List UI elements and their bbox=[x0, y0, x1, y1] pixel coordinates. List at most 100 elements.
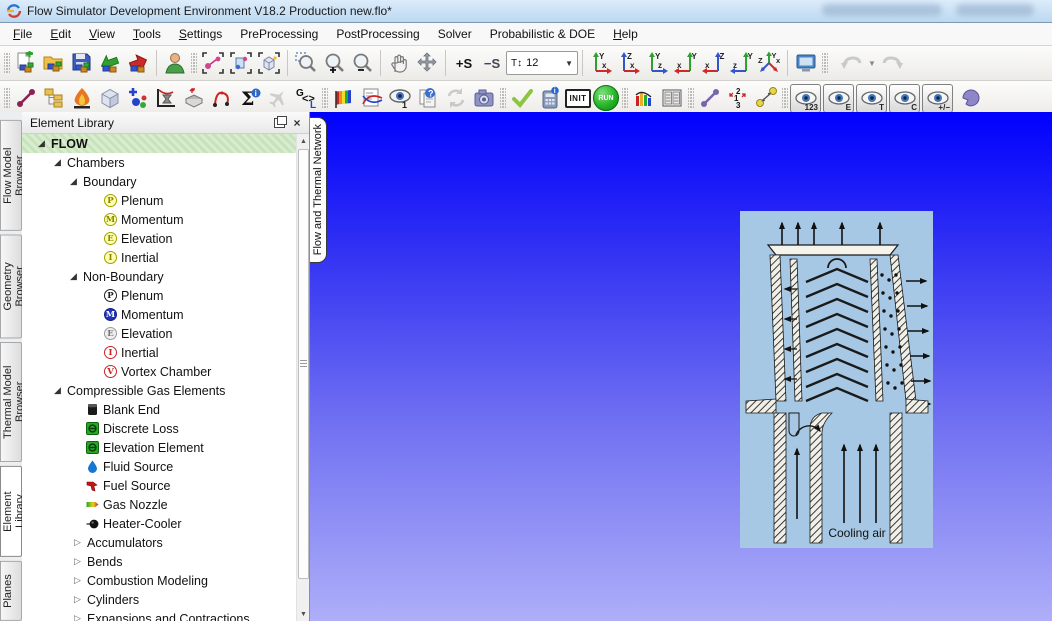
tree-scrollbar[interactable]: ▲ ▼ bbox=[296, 134, 309, 621]
toolbar-drag-handle[interactable] bbox=[688, 87, 694, 109]
scroll-down-arrow[interactable]: ▼ bbox=[297, 607, 309, 621]
tab-geometry-browser[interactable]: Geometry Browser bbox=[0, 235, 22, 339]
tree-item-heater-cooler[interactable]: Heater-Cooler bbox=[22, 514, 309, 533]
case-manager-button[interactable] bbox=[180, 84, 208, 112]
menu-file[interactable]: File bbox=[4, 24, 41, 44]
tree-item-plenum-boundary[interactable]: PPlenum bbox=[22, 191, 309, 210]
refresh-button[interactable] bbox=[442, 84, 470, 112]
tree-item-combustion-modeling[interactable]: ▷Combustion Modeling bbox=[22, 571, 309, 590]
tree-item-accumulators[interactable]: ▷Accumulators bbox=[22, 533, 309, 552]
tree-item-inertial[interactable]: IInertial bbox=[22, 343, 309, 362]
toggle-ids-visibility-button[interactable]: 123 bbox=[790, 84, 821, 113]
transient-chart-button[interactable] bbox=[152, 84, 180, 112]
init-button[interactable]: INIT bbox=[564, 84, 592, 112]
pan-button[interactable] bbox=[385, 49, 413, 77]
run-button[interactable]: RUN bbox=[592, 84, 620, 112]
menu-solver[interactable]: Solver bbox=[429, 24, 481, 44]
toolbar-drag-handle[interactable] bbox=[622, 87, 628, 109]
toolbar-drag-handle[interactable] bbox=[191, 52, 197, 74]
view-zx-button[interactable]: Zx bbox=[615, 49, 643, 77]
tree-item-momentum[interactable]: MMomentum bbox=[22, 305, 309, 324]
menu-help[interactable]: Help bbox=[604, 24, 647, 44]
scrollbar-thumb[interactable] bbox=[298, 149, 309, 579]
tree-item-vortex-chamber[interactable]: VVortex Chamber bbox=[22, 362, 309, 381]
fit-selected-button[interactable] bbox=[227, 49, 255, 77]
tree-item-compressible-gas-elements[interactable]: ◢Compressible Gas Elements bbox=[22, 381, 309, 400]
font-decrease-button[interactable]: −S bbox=[478, 49, 506, 77]
tree-item-cylinders[interactable]: ▷Cylinders bbox=[22, 590, 309, 609]
add-chamber-button[interactable] bbox=[124, 84, 152, 112]
toolbar-drag-handle[interactable] bbox=[4, 52, 10, 74]
toggle-chambers-visibility-button[interactable]: C bbox=[889, 84, 920, 113]
tree-item-chambers[interactable]: ◢Chambers bbox=[22, 153, 309, 172]
tab-flow-model-browser[interactable]: Flow Model Browser bbox=[0, 120, 22, 231]
close-panel-button[interactable]: × bbox=[289, 115, 305, 130]
toolbar-drag-handle[interactable] bbox=[782, 87, 788, 109]
view-yx-button[interactable]: Yx bbox=[587, 49, 615, 77]
model-canvas[interactable]: Flow and Thermal Network bbox=[310, 112, 1052, 621]
new-model-button[interactable] bbox=[12, 49, 40, 77]
menu-view[interactable]: View bbox=[80, 24, 124, 44]
toolbar-drag-handle[interactable] bbox=[322, 87, 328, 109]
toggle-thermal-visibility-button[interactable]: T bbox=[856, 84, 887, 113]
export-model-button[interactable] bbox=[124, 49, 152, 77]
undo-dropdown-button[interactable]: ▼ bbox=[866, 49, 878, 77]
scroll-up-arrow[interactable]: ▲ bbox=[297, 134, 309, 148]
aircraft-mission-button[interactable] bbox=[264, 84, 292, 112]
tree-item-bends[interactable]: ▷Bends bbox=[22, 552, 309, 571]
view-xy-button[interactable]: Yx bbox=[671, 49, 699, 77]
results-chart-button[interactable] bbox=[630, 84, 658, 112]
snapshot-save-button[interactable] bbox=[470, 84, 498, 112]
fit-model-button[interactable] bbox=[255, 49, 283, 77]
import-model-button[interactable] bbox=[96, 49, 124, 77]
tree-item-momentum-boundary[interactable]: MMomentum bbox=[22, 210, 309, 229]
menu-edit[interactable]: Edit bbox=[41, 24, 80, 44]
renumber-button[interactable]: 213 bbox=[724, 84, 752, 112]
tab-planes[interactable]: Planes bbox=[0, 561, 22, 621]
redo-button[interactable] bbox=[878, 49, 906, 77]
contour-plot-button[interactable] bbox=[330, 84, 358, 112]
zoom-out-button[interactable] bbox=[348, 49, 376, 77]
font-size-select[interactable]: T↕ 12 ▼ bbox=[506, 51, 578, 75]
sphere-display-button[interactable] bbox=[957, 84, 985, 112]
tree-item-expansions-contractions[interactable]: ▷Expansions and Contractions bbox=[22, 609, 309, 621]
tree-item-plenum[interactable]: PPlenum bbox=[22, 286, 309, 305]
toolbar-drag-handle[interactable] bbox=[822, 52, 828, 74]
tree-item-elevation-element[interactable]: Elevation Element bbox=[22, 438, 309, 457]
tree-item-gas-nozzle[interactable]: Gas Nozzle bbox=[22, 495, 309, 514]
tabular-report-button[interactable] bbox=[658, 84, 686, 112]
toggle-signs-visibility-button[interactable]: +/− bbox=[922, 84, 953, 113]
view-isometric-button[interactable]: YZx bbox=[755, 49, 783, 77]
undo-button[interactable] bbox=[838, 49, 866, 77]
float-panel-button[interactable] bbox=[271, 115, 287, 130]
measure-distance-button[interactable] bbox=[752, 84, 780, 112]
create-element-button[interactable] bbox=[12, 84, 40, 112]
summation-info-button[interactable]: Σi bbox=[236, 84, 264, 112]
save-model-button[interactable] bbox=[68, 49, 96, 77]
tab-flow-thermal-network[interactable]: Flow and Thermal Network bbox=[310, 117, 327, 263]
view-yz-button[interactable]: Yz bbox=[643, 49, 671, 77]
solver-settings-button[interactable]: i bbox=[536, 84, 564, 112]
zoom-in-button[interactable] bbox=[320, 49, 348, 77]
spline-curve-button[interactable] bbox=[208, 84, 236, 112]
tree-item-flow[interactable]: ◢FLOW bbox=[22, 134, 298, 153]
link-element-button[interactable] bbox=[696, 84, 724, 112]
menu-settings[interactable]: Settings bbox=[170, 24, 231, 44]
tree-item-fuel-source[interactable]: Fuel Source bbox=[22, 476, 309, 495]
plot-report-button[interactable] bbox=[358, 84, 386, 112]
query-document-button[interactable]: ? bbox=[414, 84, 442, 112]
move-button[interactable] bbox=[413, 49, 441, 77]
user-profile-button[interactable] bbox=[161, 49, 189, 77]
toggle-elements-visibility-button[interactable]: E bbox=[823, 84, 854, 113]
toolbar-drag-handle[interactable] bbox=[500, 87, 506, 109]
view-zy-button[interactable]: Yz bbox=[727, 49, 755, 77]
combustor-fire-button[interactable] bbox=[68, 84, 96, 112]
tree-item-non-boundary[interactable]: ◢Non-Boundary bbox=[22, 267, 309, 286]
tab-element-library[interactable]: Element Library bbox=[0, 466, 22, 557]
open-model-button[interactable] bbox=[40, 49, 68, 77]
tree-item-elevation-boundary[interactable]: EElevation bbox=[22, 229, 309, 248]
view-case-1-button[interactable]: 1 bbox=[386, 84, 414, 112]
tree-item-blank-end[interactable]: Blank End bbox=[22, 400, 309, 419]
model-tree-button[interactable] bbox=[40, 84, 68, 112]
menu-postprocessing[interactable]: PostProcessing bbox=[327, 24, 428, 44]
